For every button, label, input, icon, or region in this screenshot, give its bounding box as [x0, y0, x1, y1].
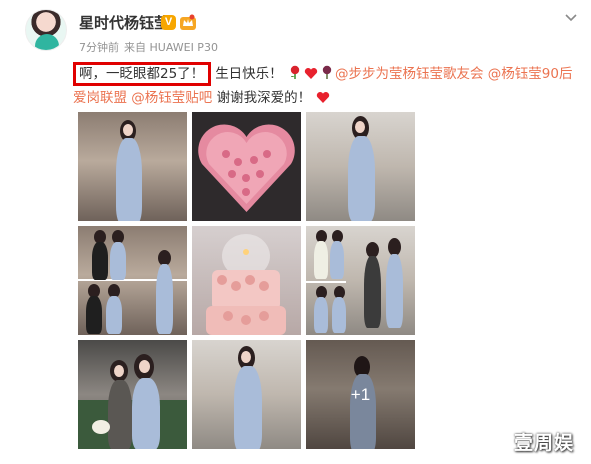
member-crown-icon[interactable]	[179, 14, 197, 31]
mention-tieba[interactable]: @杨钰莹贴吧	[131, 90, 212, 106]
username[interactable]: 星时代杨钰莹	[79, 14, 169, 32]
photo-two-women-sofa[interactable]	[78, 340, 187, 449]
more-photos-overlay[interactable]: +1	[306, 340, 415, 449]
post-text: 啊，一眨眼都25了！ 生日快乐！ @步步为莹杨钰莹歌友会 @杨钰莹90后 爱岗联盟…	[73, 62, 578, 110]
photo-heart-roses[interactable]	[192, 112, 301, 221]
photo-birthday-cake[interactable]	[192, 226, 301, 335]
post-source: 来自 HUAWEI P30	[124, 41, 218, 54]
mention-90s-fans[interactable]: @杨钰莹90后	[488, 66, 573, 82]
thanks-text: 谢谢我深爱的！	[216, 90, 312, 106]
avatar[interactable]	[25, 9, 67, 51]
wilted-rose-icon	[322, 65, 332, 79]
photo-woman-hallway[interactable]: +1	[306, 340, 415, 449]
rose-icon	[290, 65, 300, 79]
post-time[interactable]: 7分钟前	[79, 41, 119, 54]
heart-icon	[317, 91, 330, 103]
photo-woman-lobby[interactable]	[192, 340, 301, 449]
photo-woman-standing[interactable]	[78, 112, 187, 221]
photo-fans-collage[interactable]	[306, 226, 415, 335]
photo-grid: +1	[78, 112, 416, 450]
birthday-text: 生日快乐！	[215, 66, 283, 82]
highlighted-text: 啊，一眨眼都25了！	[73, 62, 212, 86]
heart-icon	[304, 67, 318, 79]
photo-woman-posing[interactable]	[306, 112, 415, 221]
mention-90s-fans-cont[interactable]: 爱岗联盟	[73, 90, 127, 106]
watermark: 壹周娱	[514, 432, 575, 454]
chevron-down-icon[interactable]	[563, 10, 579, 26]
photo-group-collage[interactable]	[78, 226, 187, 335]
verified-badge-icon: V	[161, 15, 176, 30]
mention-fan-club[interactable]: @步步为莹杨钰莹歌友会	[335, 66, 484, 82]
post-meta: 7分钟前 来自 HUAWEI P30	[79, 41, 223, 54]
